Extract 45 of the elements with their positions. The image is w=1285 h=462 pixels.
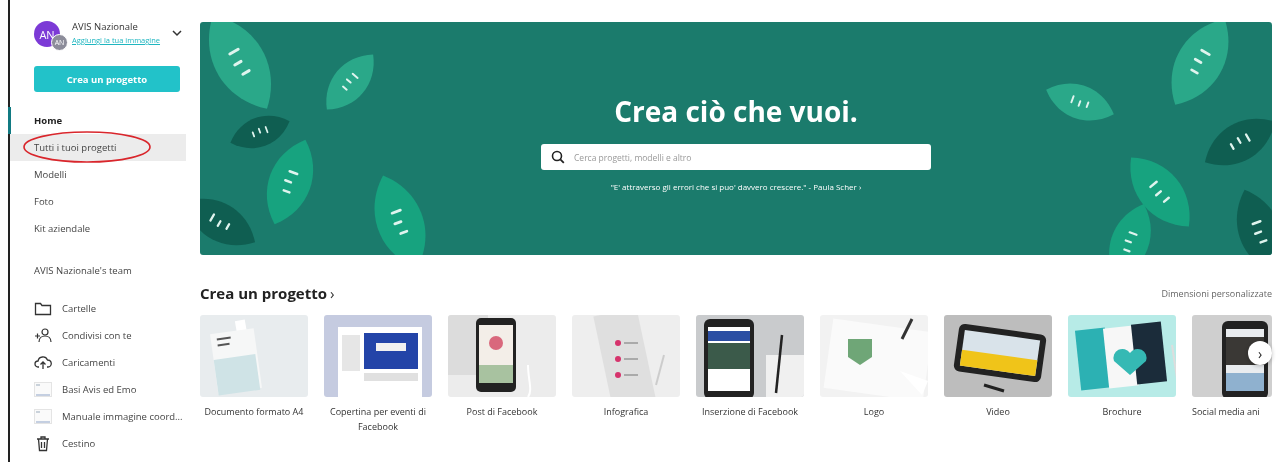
search-bar[interactable]: Cerca progetti, modelli e altro: [541, 144, 931, 170]
selection-indicator: [8, 107, 11, 134]
section-title: Crea un progetto: [200, 283, 328, 303]
people-icon: [34, 327, 52, 344]
template-label[interactable]: Copertina per eventi di Facebook: [324, 404, 432, 434]
banner-title: Crea ciò che vuoi.: [614, 92, 858, 132]
search-icon: [551, 150, 565, 164]
sidebar-item[interactable]: Condivisi con te: [62, 329, 132, 342]
leaf-drawing: [1046, 83, 1114, 121]
file-thumbnail-icon: [34, 381, 52, 398]
leaf-drawing: [1109, 203, 1151, 255]
folder-icon: [34, 300, 52, 317]
template-label[interactable]: Documento formato A4: [204, 404, 304, 419]
cloud-upload-icon: [34, 354, 52, 371]
sidebar-item[interactable]: Cartelle: [62, 302, 96, 315]
leaf-drawing: [1204, 118, 1272, 166]
sidebar-item[interactable]: Caricamenti: [62, 356, 116, 369]
sidebar-item[interactable]: Manuale immagine coord...: [62, 410, 183, 423]
leaf-drawing: [200, 198, 256, 246]
team-name: AVIS Nazionale's team: [33, 264, 133, 279]
template-label[interactable]: Inserzione di Facebook: [701, 404, 799, 419]
leaf-drawing: [1130, 157, 1190, 227]
leaf-drawing: [326, 54, 374, 110]
search-field[interactable]: Cerca progetti, modelli e altro: [572, 146, 921, 168]
template-label[interactable]: Infografica: [603, 404, 649, 419]
leaf-drawing: [1236, 189, 1272, 255]
template-label[interactable]: Logo: [863, 404, 885, 419]
account-name: AVIS Nazionale: [72, 20, 139, 33]
template-label[interactable]: Video: [986, 404, 1010, 419]
chevron-down-icon: [172, 30, 182, 37]
sidebar-item[interactable]: Foto: [10, 188, 186, 215]
template-label[interactable]: Social media ani: [1192, 404, 1260, 419]
sidebar-item[interactable]: Kit aziendale: [10, 215, 186, 242]
sidebar-item[interactable]: Tutti i tuoi progetti: [10, 134, 186, 161]
sidebar-item[interactable]: Cestino: [62, 437, 96, 450]
sidebar-item[interactable]: Basi Avis ed Emo: [62, 383, 137, 396]
trash-icon: [34, 435, 52, 452]
file-thumbnail-icon: [34, 408, 52, 425]
quote-link[interactable]: "E' attraverso gli errori che si puo' davvero crescere." - Paula Scher ›: [610, 181, 862, 192]
sidebar-item[interactable]: Modelli: [10, 161, 186, 188]
chevron-link[interactable]: ›: [330, 283, 335, 303]
sidebar-item[interactable]: Home: [10, 107, 186, 134]
template-label[interactable]: Post di Facebook: [466, 404, 538, 419]
custom-size-link[interactable]: Dimensioni personalizzate: [1161, 286, 1272, 300]
template-label[interactable]: Brochure: [1102, 404, 1142, 419]
